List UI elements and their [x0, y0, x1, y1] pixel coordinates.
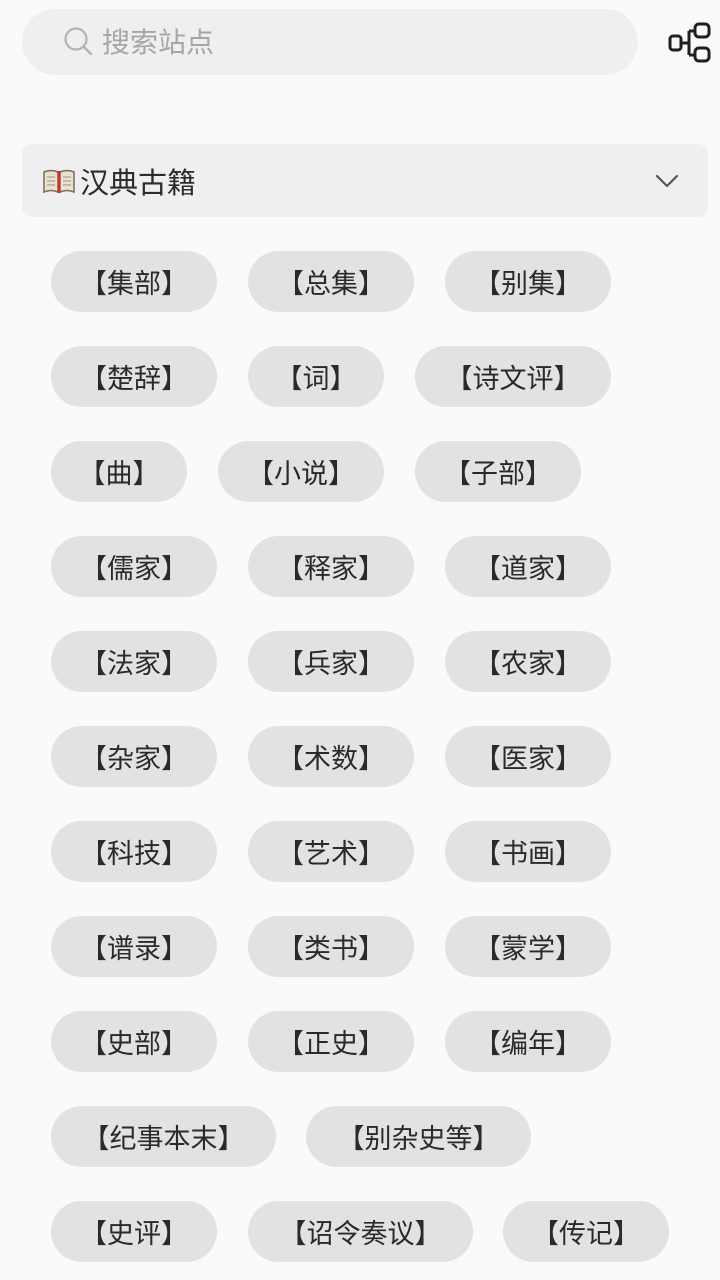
- tag-item[interactable]: 【别杂史等】: [306, 1106, 531, 1167]
- tag-item[interactable]: 【法家】: [51, 631, 217, 692]
- tag-item[interactable]: 【子部】: [415, 441, 581, 502]
- tag-item[interactable]: 【史部】: [51, 1011, 217, 1072]
- tag-item[interactable]: 【词】: [248, 346, 384, 407]
- tag-item[interactable]: 【史评】: [51, 1201, 217, 1262]
- search-input[interactable]: [102, 12, 638, 72]
- tag-item[interactable]: 【释家】: [248, 536, 414, 597]
- open-book-icon: [43, 169, 75, 193]
- tag-item[interactable]: 【正史】: [248, 1011, 414, 1072]
- search-icon: [64, 27, 93, 56]
- tag-item[interactable]: 【农家】: [445, 631, 611, 692]
- tag-item[interactable]: 【曲】: [51, 441, 187, 502]
- tag-item[interactable]: 【医家】: [445, 726, 611, 787]
- flowchart-button[interactable]: [666, 20, 714, 66]
- flowchart-icon: [668, 22, 711, 63]
- tag-item[interactable]: 【传记】: [503, 1201, 669, 1262]
- tag-item[interactable]: 【谱录】: [51, 916, 217, 977]
- tag-item[interactable]: 【诏令奏议】: [248, 1201, 473, 1262]
- tag-item[interactable]: 【科技】: [51, 821, 217, 882]
- tag-item[interactable]: 【术数】: [248, 726, 414, 787]
- tag-item[interactable]: 【编年】: [445, 1011, 611, 1072]
- tag-item[interactable]: 【集部】: [51, 251, 217, 312]
- tag-item[interactable]: 【书画】: [445, 821, 611, 882]
- group-header[interactable]: 汉典古籍: [22, 144, 708, 217]
- tag-item[interactable]: 【楚辞】: [51, 346, 217, 407]
- tag-item[interactable]: 【总集】: [248, 251, 414, 312]
- tag-item[interactable]: 【纪事本末】: [51, 1106, 276, 1167]
- tag-item[interactable]: 【道家】: [445, 536, 611, 597]
- app-screen: 汉典古籍 【集部】 【总集】 【别集】 【楚辞】 【词】 【诗文评】 【曲】 【…: [0, 0, 720, 1280]
- tag-item[interactable]: 【类书】: [248, 916, 414, 977]
- chevron-down-icon: [655, 174, 679, 187]
- tag-item[interactable]: 【小说】: [218, 441, 384, 502]
- tag-item[interactable]: 【蒙学】: [445, 916, 611, 977]
- tag-item[interactable]: 【别集】: [445, 251, 611, 312]
- tag-item[interactable]: 【艺术】: [248, 821, 414, 882]
- tag-item[interactable]: 【兵家】: [248, 631, 414, 692]
- tag-item[interactable]: 【杂家】: [51, 726, 217, 787]
- group-title: 汉典古籍: [80, 165, 197, 200]
- tag-item[interactable]: 【儒家】: [51, 536, 217, 597]
- search-bar[interactable]: [22, 9, 638, 75]
- tag-item[interactable]: 【诗文评】: [415, 346, 611, 407]
